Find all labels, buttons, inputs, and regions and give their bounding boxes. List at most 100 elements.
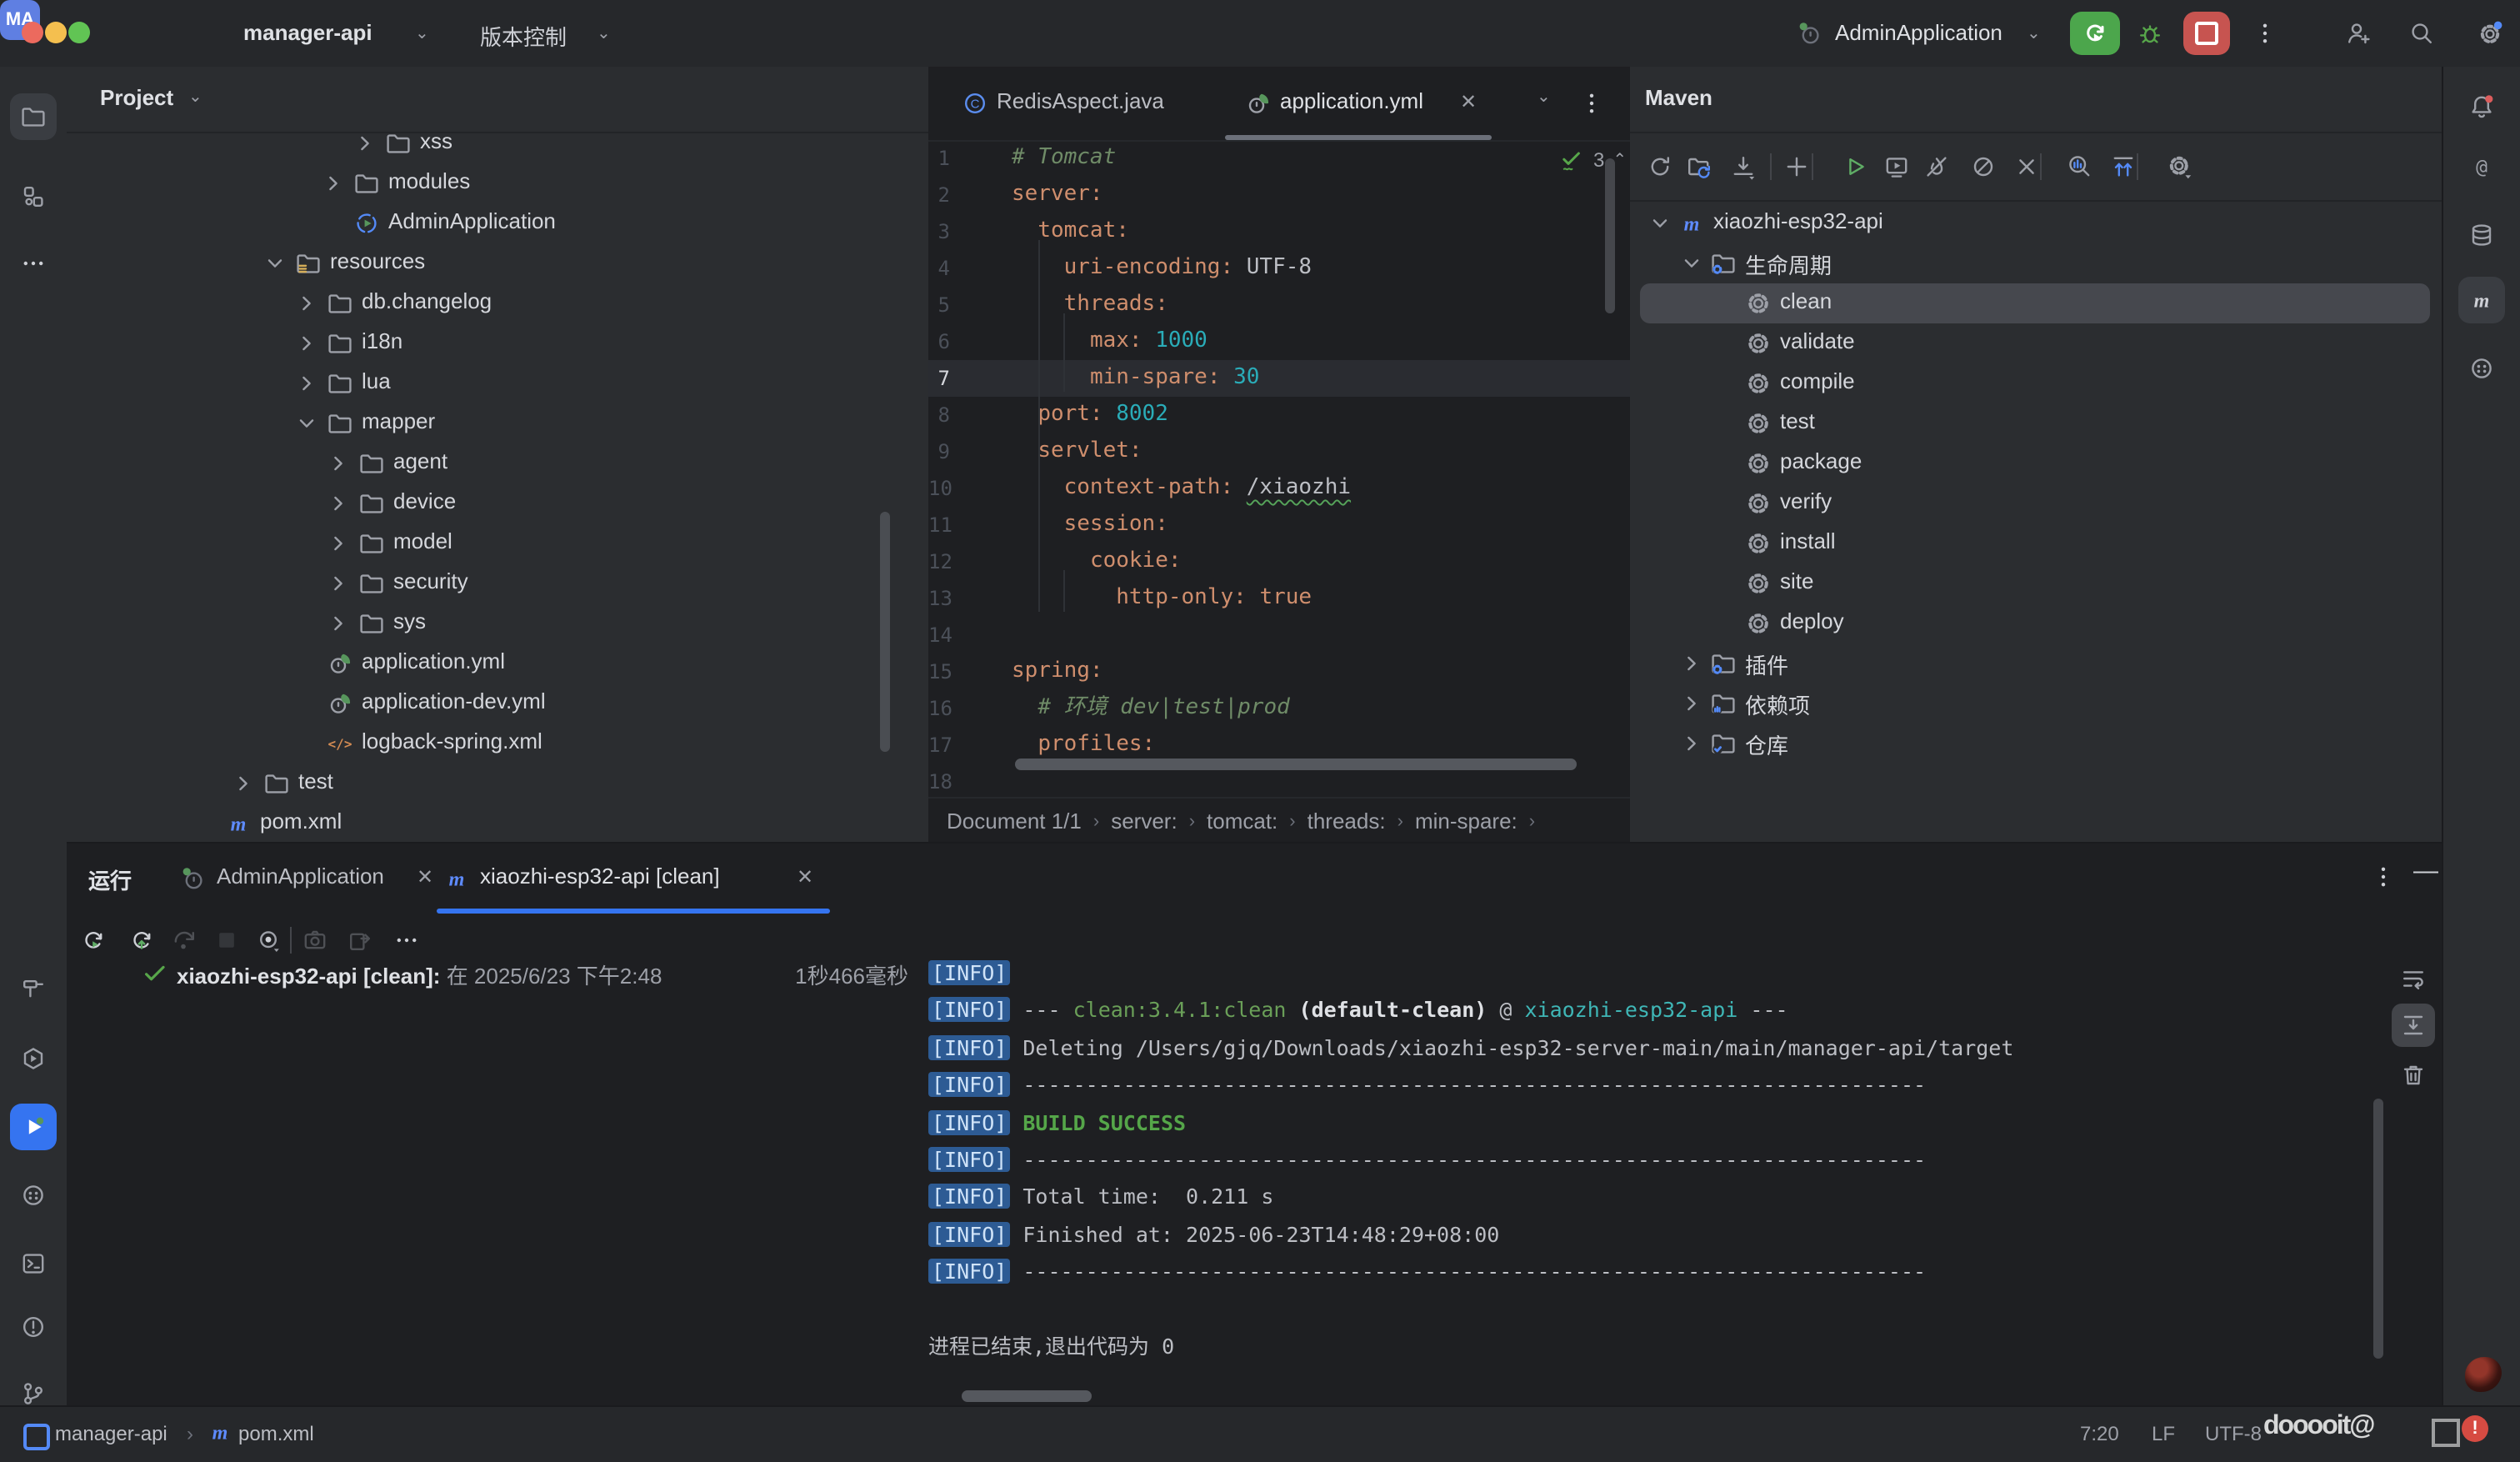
run-tab[interactable]: AdminApplication ✕ bbox=[167, 844, 433, 914]
project-scrollbar[interactable] bbox=[880, 512, 890, 752]
code-line[interactable]: 11 session: bbox=[928, 507, 1630, 543]
zoom-window-button[interactable] bbox=[68, 22, 90, 43]
maven-tree-item[interactable]: verify bbox=[1630, 483, 2442, 523]
close-button[interactable] bbox=[2013, 153, 2040, 180]
maven-tree-item[interactable]: package bbox=[1630, 443, 2442, 483]
maven-tool-icon[interactable]: m bbox=[2458, 277, 2505, 323]
code-line[interactable]: 16 # 环境 dev|test|prod bbox=[928, 690, 1630, 727]
ai-assistant-icon[interactable]: @ bbox=[2458, 143, 2505, 190]
run-tab-active[interactable]: m xiaozhi-esp32-api [clean] ✕ bbox=[437, 844, 830, 914]
resume-button[interactable] bbox=[170, 927, 197, 954]
more-actions-button[interactable] bbox=[2252, 20, 2278, 47]
expand-button[interactable] bbox=[2110, 153, 2137, 180]
breadcrumb-item[interactable]: min-spare: bbox=[1415, 809, 1518, 834]
notifications-icon[interactable] bbox=[2458, 83, 2505, 130]
chevron-right-icon[interactable] bbox=[1678, 730, 1705, 757]
tree-item[interactable]: agent bbox=[67, 443, 928, 483]
tree-item[interactable]: test bbox=[67, 764, 928, 804]
close-window-button[interactable] bbox=[22, 22, 43, 43]
editor-vertical-scrollbar[interactable] bbox=[1605, 158, 1615, 313]
settings-button[interactable] bbox=[2477, 20, 2503, 47]
code-line[interactable]: 4 uri-encoding: UTF-8 bbox=[928, 250, 1630, 287]
code-line[interactable]: 15spring: bbox=[928, 653, 1630, 690]
clear-console-button[interactable] bbox=[2392, 1054, 2435, 1097]
code-line[interactable]: 13 http-only: true bbox=[928, 580, 1630, 617]
skip-tests-button[interactable] bbox=[1923, 153, 1950, 180]
tree-item[interactable]: resources bbox=[67, 243, 928, 283]
scroll-to-end-button[interactable] bbox=[2392, 1004, 2435, 1047]
close-tab-icon[interactable]: ✕ bbox=[1460, 90, 1477, 113]
project-panel-title[interactable]: Project bbox=[100, 85, 173, 110]
maven-tree-item[interactable]: 仓库 bbox=[1630, 723, 2442, 764]
maven-tree-item[interactable]: test bbox=[1630, 403, 2442, 443]
project-tool-icon[interactable] bbox=[10, 93, 57, 140]
code-line[interactable]: 2server: bbox=[928, 177, 1630, 213]
maven-tree-item[interactable]: deploy bbox=[1630, 603, 2442, 643]
database-icon[interactable] bbox=[2458, 212, 2505, 258]
camera-button[interactable] bbox=[302, 927, 328, 954]
stop-sq-button[interactable] bbox=[213, 927, 240, 954]
structure-tool-icon[interactable] bbox=[10, 173, 57, 220]
chevron-down-icon[interactable]: ⌄ bbox=[1537, 88, 1551, 107]
tree-item[interactable]: db.changelog bbox=[67, 283, 928, 323]
maven-tree-item[interactable]: 依赖项 bbox=[1630, 683, 2442, 723]
run-panel-options-button[interactable] bbox=[2370, 864, 2397, 890]
maven-tree-item[interactable]: 生命周期 bbox=[1630, 243, 2442, 283]
gear-menu-button[interactable] bbox=[2167, 153, 2193, 180]
tree-item[interactable]: application.yml bbox=[67, 643, 928, 683]
chevron-right-icon[interactable] bbox=[320, 170, 347, 197]
more-tools-icon[interactable] bbox=[10, 240, 57, 287]
tree-item[interactable]: security bbox=[67, 563, 928, 603]
tree-item[interactable]: sys bbox=[67, 603, 928, 643]
debug-button[interactable] bbox=[2137, 20, 2163, 47]
soft-wrap-button[interactable] bbox=[2392, 957, 2435, 1000]
chevron-right-icon[interactable] bbox=[293, 370, 320, 397]
reload-mvn-button[interactable] bbox=[1687, 153, 1713, 180]
maven-tree-item[interactable]: clean bbox=[1630, 283, 2442, 323]
play-button[interactable] bbox=[1842, 153, 1868, 180]
maven-tree-item[interactable]: 插件 bbox=[1630, 643, 2442, 683]
chevron-right-icon[interactable] bbox=[1678, 690, 1705, 717]
tree-item[interactable]: modules bbox=[67, 163, 928, 203]
maven-tree-item[interactable]: validate bbox=[1630, 323, 2442, 363]
services-icon[interactable] bbox=[10, 1035, 57, 1082]
mute-button[interactable] bbox=[1970, 153, 1997, 180]
chevron-right-icon[interactable] bbox=[293, 330, 320, 357]
code-line[interactable]: 8 port: 8002 bbox=[928, 397, 1630, 433]
plus-button[interactable] bbox=[1783, 153, 1810, 180]
maven-tree-item[interactable]: compile bbox=[1630, 363, 2442, 403]
run-summary-row[interactable]: xiaozhi-esp32-api [clean]: 在 2025/6/23 下… bbox=[67, 954, 928, 994]
coverage-icon[interactable] bbox=[10, 1172, 57, 1219]
breadcrumb-item[interactable]: threads: bbox=[1308, 809, 1386, 834]
tree-item[interactable]: mapper bbox=[67, 403, 928, 443]
editor-tab[interactable]: C RedisAspect.java bbox=[942, 67, 1212, 140]
chevron-right-icon[interactable] bbox=[325, 610, 352, 637]
run-cfg-button[interactable] bbox=[1883, 153, 1910, 180]
file-encoding[interactable]: UTF-8 bbox=[2205, 1422, 2262, 1445]
rerun-button[interactable] bbox=[80, 927, 107, 954]
project-menu[interactable]: manager-api bbox=[243, 20, 372, 45]
tree-item[interactable]: mpom.xml bbox=[67, 804, 928, 842]
chevron-down-icon[interactable] bbox=[262, 250, 288, 277]
rerun-button[interactable] bbox=[2070, 12, 2120, 55]
breadcrumb[interactable]: Document 1/1›server:›tomcat:›threads:›mi… bbox=[928, 797, 1630, 842]
vcs-menu[interactable]: 版本控制 bbox=[480, 20, 567, 52]
stop-button[interactable] bbox=[2183, 12, 2230, 55]
chevron-down-icon[interactable] bbox=[1647, 210, 1673, 237]
breadcrumb-item[interactable]: server: bbox=[1111, 809, 1177, 834]
rerun-failed-button[interactable] bbox=[128, 927, 155, 954]
status-file[interactable]: pom.xml bbox=[238, 1422, 314, 1445]
code-line[interactable]: 12 cookie: bbox=[928, 543, 1630, 580]
filter-button[interactable] bbox=[255, 927, 282, 954]
sync-button[interactable] bbox=[1647, 153, 1673, 180]
tree-item[interactable]: i18n bbox=[67, 323, 928, 363]
caret-position[interactable]: 7:20 bbox=[2080, 1422, 2119, 1445]
tree-item[interactable]: AdminApplication bbox=[67, 203, 928, 243]
chevron-down-icon[interactable] bbox=[1678, 250, 1705, 277]
minimize-window-button[interactable] bbox=[45, 22, 67, 43]
chevron-right-icon[interactable] bbox=[325, 490, 352, 517]
gradle-icon[interactable] bbox=[2458, 345, 2505, 392]
dl-sources-button[interactable] bbox=[1730, 153, 1757, 180]
chevron-right-icon[interactable] bbox=[293, 290, 320, 317]
console-vertical-scrollbar[interactable] bbox=[2373, 1099, 2383, 1359]
